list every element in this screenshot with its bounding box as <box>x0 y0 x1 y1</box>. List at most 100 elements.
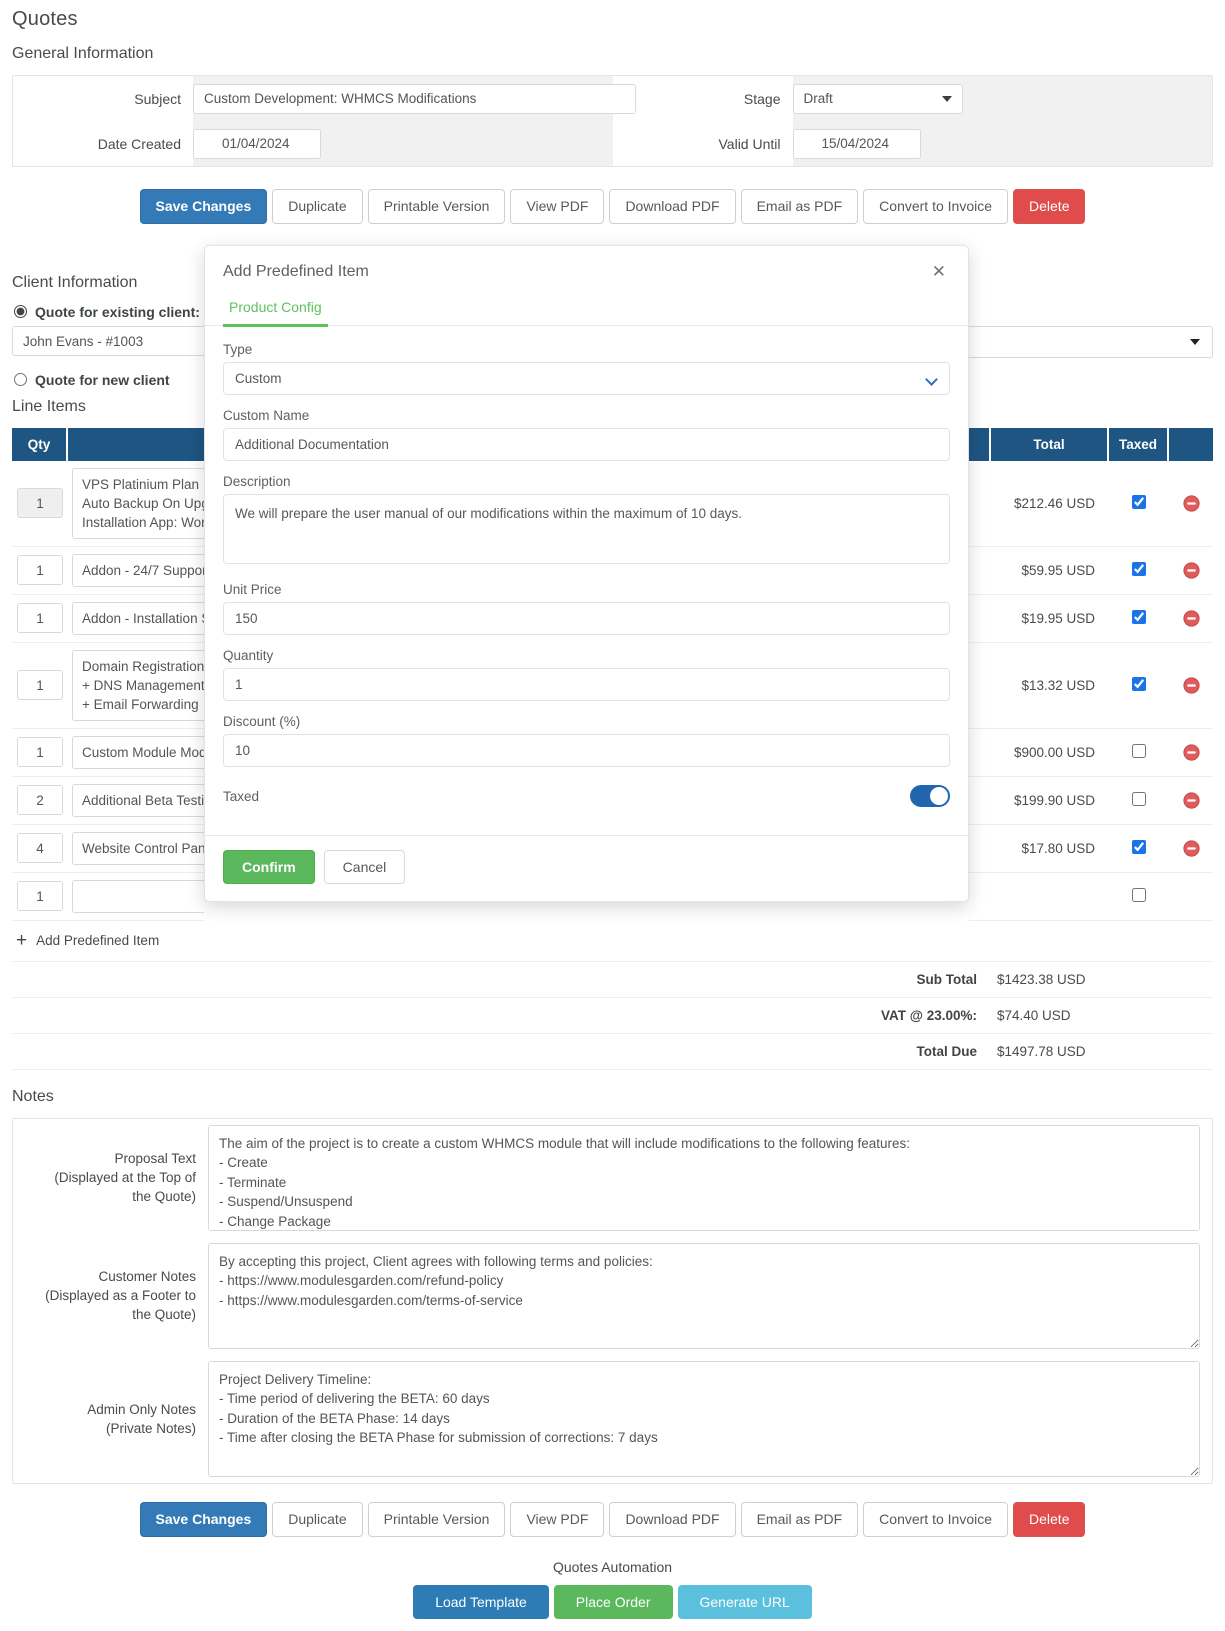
delete-cell <box>1169 825 1213 873</box>
confirm-button[interactable]: Confirm <box>223 850 315 884</box>
valid-until-input[interactable] <box>792 128 921 159</box>
totals-value: $1423.38 USD <box>991 962 1109 998</box>
remove-icon[interactable] <box>1182 610 1200 627</box>
column-qty: Qty <box>12 427 68 461</box>
automation-buttons: Load Template Place Order Generate URL <box>12 1584 1213 1619</box>
convert-to-invoice-button[interactable]: Convert to Invoice <box>863 1501 1009 1537</box>
notes-textarea[interactable]: Project Delivery Timeline: - Time period… <box>208 1360 1200 1477</box>
date-created-field-cell <box>193 121 613 166</box>
taxed-checkbox[interactable] <box>1132 609 1146 624</box>
delete-cell <box>1169 729 1213 777</box>
totals-spacer <box>1169 1034 1213 1070</box>
taxed-cell <box>1109 547 1169 595</box>
qty-input[interactable] <box>17 603 63 634</box>
delete-button[interactable]: Delete <box>1013 189 1086 224</box>
discount-input[interactable] <box>223 734 950 767</box>
qty-input[interactable] <box>17 555 63 586</box>
quantity-input[interactable] <box>223 668 950 701</box>
taxed-checkbox[interactable] <box>1132 561 1146 576</box>
existing-client-radio[interactable] <box>14 305 27 319</box>
save-changes-button[interactable]: Save Changes <box>139 189 268 224</box>
delete-cell <box>1169 547 1213 595</box>
delete-cell <box>1169 873 1213 921</box>
close-icon[interactable]: ✕ <box>932 263 946 280</box>
quantity-label: Quantity <box>223 648 274 663</box>
total-cell: $13.32 USD <box>991 643 1109 729</box>
download-pdf-button[interactable]: Download PDF <box>609 189 736 224</box>
qty-input[interactable] <box>17 488 63 519</box>
tab-product-config[interactable]: Product Config <box>223 299 328 327</box>
delete-cell <box>1169 595 1213 643</box>
notes-textarea[interactable]: By accepting this project, Client agrees… <box>208 1242 1200 1349</box>
remove-icon[interactable] <box>1182 562 1200 579</box>
totals-spacer <box>1109 1034 1169 1070</box>
printable-version-button[interactable]: Printable Version <box>367 1501 506 1537</box>
action-buttons-bottom: Save Changes Duplicate Printable Version Vi… <box>12 1501 1213 1537</box>
subject-label: Subject <box>134 90 181 107</box>
view-pdf-button[interactable]: View PDF <box>510 1501 605 1537</box>
description-textarea[interactable]: We will prepare the user manual of our m… <box>223 494 950 564</box>
modal-footer: Confirm Cancel <box>205 835 968 901</box>
printable-version-button[interactable]: Printable Version <box>367 189 506 224</box>
total-cell: $900.00 USD <box>991 729 1109 777</box>
remove-icon[interactable] <box>1182 677 1200 694</box>
stage-select[interactable] <box>792 83 963 114</box>
notes-row: Admin Only Notes (Private Notes) Project … <box>13 1355 1212 1483</box>
qty-input[interactable] <box>17 833 63 864</box>
type-select[interactable] <box>223 362 950 395</box>
remove-icon[interactable] <box>1182 744 1200 761</box>
subject-field-cell <box>193 76 636 121</box>
totals-row: Sub Total $1423.38 USD <box>12 962 1213 998</box>
taxed-checkbox[interactable] <box>1132 743 1146 758</box>
remove-icon[interactable] <box>1182 495 1200 512</box>
cancel-button[interactable]: Cancel <box>323 850 406 884</box>
taxed-checkbox[interactable] <box>1132 494 1146 509</box>
subject-input[interactable] <box>193 83 636 114</box>
totals-label: Total Due <box>12 1034 991 1070</box>
email-as-pdf-button[interactable]: Email as PDF <box>740 189 859 224</box>
date-created-input[interactable] <box>193 128 321 159</box>
taxed-toggle[interactable] <box>910 785 950 807</box>
duplicate-button[interactable]: Duplicate <box>272 1501 363 1537</box>
general-information-heading: General Information <box>12 45 154 62</box>
unit-price-input[interactable] <box>223 602 950 635</box>
place-order-button[interactable]: Place Order <box>553 1584 673 1619</box>
qty-input[interactable] <box>17 737 63 768</box>
qty-input[interactable] <box>17 881 63 912</box>
delete-button[interactable]: Delete <box>1013 1501 1086 1537</box>
totals-spacer <box>1109 962 1169 998</box>
custom-name-label: Custom Name <box>223 408 310 423</box>
total-cell: $59.95 USD <box>991 547 1109 595</box>
taxed-checkbox[interactable] <box>1132 839 1146 854</box>
notes-textarea[interactable]: The aim of the project is to create a cu… <box>208 1124 1200 1231</box>
taxed-cell <box>1109 873 1169 921</box>
convert-to-invoice-button[interactable]: Convert to Invoice <box>863 189 1009 224</box>
modal-header: Add Predefined Item ✕ <box>205 246 968 281</box>
toggle-knob <box>930 787 948 805</box>
new-client-radio[interactable] <box>14 373 27 387</box>
load-template-button[interactable]: Load Template <box>413 1584 549 1619</box>
generate-url-button[interactable]: Generate URL <box>677 1584 812 1619</box>
custom-name-input[interactable] <box>223 428 950 461</box>
save-changes-button[interactable]: Save Changes <box>139 1501 268 1537</box>
taxed-checkbox[interactable] <box>1132 887 1146 902</box>
new-client-label: Quote for new client <box>35 371 170 388</box>
notes-field-cell: By accepting this project, Client agrees… <box>208 1237 1212 1355</box>
taxed-cell <box>1109 729 1169 777</box>
taxed-checkbox[interactable] <box>1132 676 1146 691</box>
modal-title: Add Predefined Item <box>223 263 369 280</box>
qty-cell <box>12 873 68 921</box>
valid-until-field-cell <box>792 121 1212 166</box>
view-pdf-button[interactable]: View PDF <box>510 189 605 224</box>
qty-input[interactable] <box>17 785 63 816</box>
remove-icon[interactable] <box>1182 840 1200 857</box>
date-created-label: Date Created <box>97 135 181 152</box>
discount-label: Discount (%) <box>223 714 301 729</box>
column-total: Total <box>991 427 1109 461</box>
duplicate-button[interactable]: Duplicate <box>272 189 363 224</box>
download-pdf-button[interactable]: Download PDF <box>609 1501 736 1537</box>
qty-input[interactable] <box>17 670 63 701</box>
remove-icon[interactable] <box>1182 792 1200 809</box>
email-as-pdf-button[interactable]: Email as PDF <box>740 1501 859 1537</box>
taxed-checkbox[interactable] <box>1132 791 1146 806</box>
